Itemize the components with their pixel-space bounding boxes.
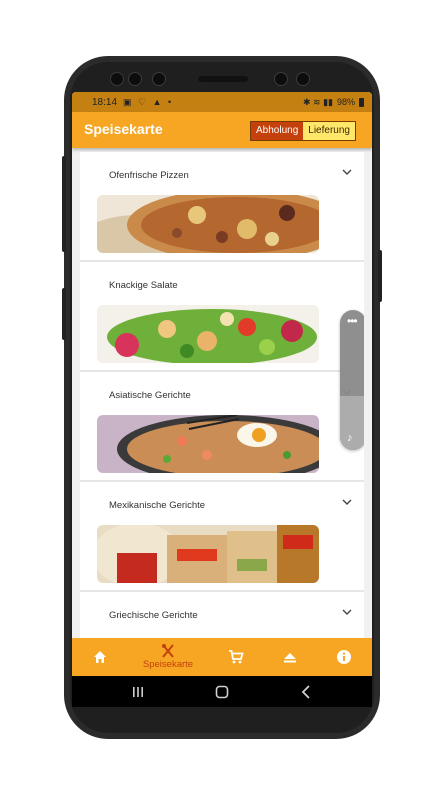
pizza-photo [97, 195, 319, 253]
category-label: Ofenfrische Pizzen [109, 170, 189, 181]
category-card-salad[interactable]: Knackige Salate [80, 262, 364, 372]
side-button [62, 288, 66, 340]
audio-note-icon[interactable]: ♪ [347, 432, 353, 444]
eject-icon [284, 653, 296, 663]
chevron-down-icon[interactable] [342, 607, 352, 617]
home-icon [94, 651, 106, 663]
front-camera [128, 72, 142, 86]
toggle-abholung[interactable]: Abholung [251, 122, 304, 140]
nav-speisekarte[interactable]: Speisekarte [134, 638, 202, 676]
nav-eject[interactable] [276, 638, 304, 676]
earpiece-speaker [198, 76, 248, 82]
status-bar: 18:14 ▣ ♡ ▲ • ✱ ≋ ▮▮ 98% [72, 92, 372, 112]
sensor-dot [274, 72, 288, 86]
back-icon[interactable] [300, 685, 312, 699]
category-card-mexican[interactable]: Mexikanische Gerichte [80, 482, 364, 592]
page-title: Speisekarte [84, 121, 163, 137]
notification-icons: ▣ ♡ ▲ • [123, 96, 174, 107]
power-button [378, 250, 382, 302]
category-label: Asiatische Gerichte [109, 390, 191, 401]
floating-scroll-widget[interactable]: ••• ♪ [340, 310, 364, 450]
menu-category-list: Ofenfrische Pizzen Knackige Salate Asiat… [80, 152, 364, 638]
battery-percent: 98% [336, 97, 355, 107]
system-navigation-bar [72, 676, 372, 707]
salad-photo [97, 305, 319, 363]
category-label: Mexikanische Gerichte [109, 500, 206, 511]
fajitas-photo [97, 525, 319, 583]
home-button-icon[interactable] [215, 685, 229, 699]
app-bar: Speisekarte Abholung Lieferung [72, 112, 372, 148]
info-icon [337, 650, 351, 664]
battery-icon [359, 97, 364, 107]
chevron-down-icon[interactable] [342, 167, 352, 177]
category-label: Griechische Gerichte [109, 610, 198, 621]
chevron-down-icon[interactable] [342, 497, 352, 507]
category-card-asian[interactable]: Asiatische Gerichte [80, 372, 364, 482]
nav-home[interactable] [86, 638, 114, 676]
nav-cart[interactable] [222, 638, 250, 676]
nav-label: Speisekarte [142, 659, 194, 670]
fried-rice-photo [97, 415, 319, 473]
toggle-lieferung[interactable]: Lieferung [303, 122, 355, 140]
category-card-pizza[interactable]: Ofenfrische Pizzen [80, 152, 364, 262]
sensor-dot [296, 72, 310, 86]
fork-knife-icon [162, 644, 174, 658]
bottom-navigation: Speisekarte [72, 638, 372, 676]
volume-button [62, 156, 66, 252]
sensor-dot [110, 72, 124, 86]
connectivity-icons: ✱ ≋ ▮▮ [302, 96, 333, 107]
cart-icon [229, 650, 244, 664]
app-screen: 18:14 ▣ ♡ ▲ • ✱ ≋ ▮▮ 98% Speisekarte Abh… [72, 92, 372, 707]
more-dots-icon[interactable]: ••• [347, 315, 358, 327]
order-mode-toggle: Abholung Lieferung [250, 121, 356, 141]
category-card-greek[interactable]: Griechische Gerichte [80, 592, 364, 638]
nav-info[interactable] [330, 638, 358, 676]
sensor-dot [152, 72, 166, 86]
recent-apps-icon[interactable] [132, 686, 144, 698]
status-time: 18:14 [92, 96, 118, 108]
category-label: Knackige Salate [109, 280, 178, 291]
